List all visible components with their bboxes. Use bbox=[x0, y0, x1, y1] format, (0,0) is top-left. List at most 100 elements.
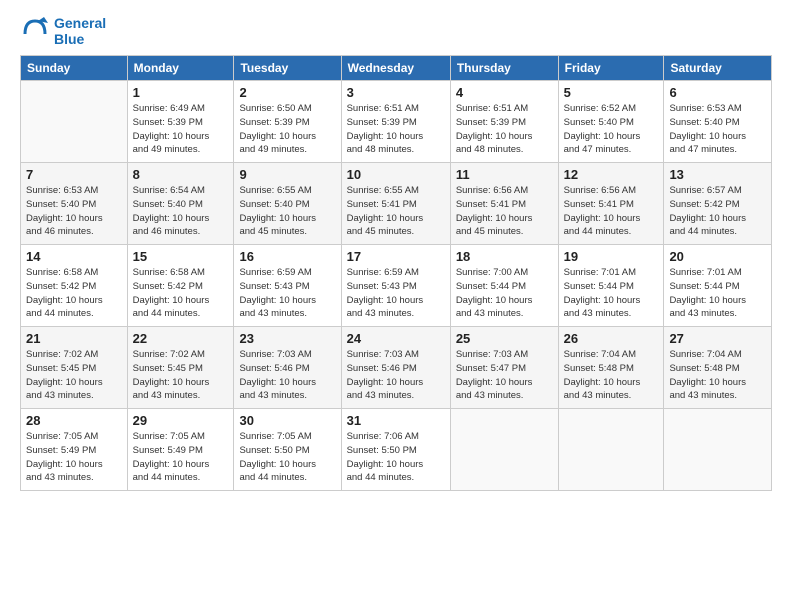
week-row-5: 28 Sunrise: 7:05 AM Sunset: 5:49 PM Dayli… bbox=[21, 409, 772, 491]
week-row-1: 1 Sunrise: 6:49 AM Sunset: 5:39 PM Daylig… bbox=[21, 81, 772, 163]
calendar-cell: 12Sunrise: 6:56 AM Sunset: 5:41 PM Dayli… bbox=[558, 163, 664, 245]
calendar-table: SundayMondayTuesdayWednesdayThursdayFrid… bbox=[20, 55, 772, 491]
calendar-cell: 29 Sunrise: 7:05 AM Sunset: 5:49 PM Dayli… bbox=[127, 409, 234, 491]
day-info: Sunrise: 7:06 AM Sunset: 5:50 PM Dayligh… bbox=[347, 430, 445, 485]
day-info: Sunrise: 6:59 AM Sunset: 5:43 PM Dayligh… bbox=[347, 266, 445, 321]
day-number: 24 bbox=[347, 331, 445, 346]
day-info: Sunrise: 7:03 AM Sunset: 5:47 PM Dayligh… bbox=[456, 348, 553, 403]
calendar-cell: 8 Sunrise: 6:54 AM Sunset: 5:40 PM Daylig… bbox=[127, 163, 234, 245]
day-number: 20 bbox=[669, 249, 766, 264]
day-number: 22 bbox=[133, 331, 229, 346]
day-info: Sunrise: 7:02 AM Sunset: 5:45 PM Dayligh… bbox=[133, 348, 229, 403]
calendar-cell: 17 Sunrise: 6:59 AM Sunset: 5:43 PM Dayli… bbox=[341, 245, 450, 327]
calendar-cell bbox=[21, 81, 128, 163]
day-info: Sunrise: 6:51 AM Sunset: 5:39 PM Dayligh… bbox=[456, 102, 553, 157]
calendar-cell bbox=[450, 409, 558, 491]
day-number: 1 bbox=[133, 85, 229, 100]
calendar-cell: 5Sunrise: 6:52 AM Sunset: 5:40 PM Daylig… bbox=[558, 81, 664, 163]
day-number: 11 bbox=[456, 167, 553, 182]
calendar-cell: 6 Sunrise: 6:53 AM Sunset: 5:40 PM Daylig… bbox=[664, 81, 772, 163]
calendar-cell: 1 Sunrise: 6:49 AM Sunset: 5:39 PM Daylig… bbox=[127, 81, 234, 163]
header-saturday: Saturday bbox=[664, 56, 772, 81]
day-info: Sunrise: 7:05 AM Sunset: 5:50 PM Dayligh… bbox=[239, 430, 335, 485]
calendar-cell: 15Sunrise: 6:58 AM Sunset: 5:42 PM Dayli… bbox=[127, 245, 234, 327]
calendar-cell: 26 Sunrise: 7:04 AM Sunset: 5:48 PM Dayli… bbox=[558, 327, 664, 409]
day-info: Sunrise: 7:04 AM Sunset: 5:48 PM Dayligh… bbox=[669, 348, 766, 403]
day-number: 31 bbox=[347, 413, 445, 428]
day-info: Sunrise: 6:56 AM Sunset: 5:41 PM Dayligh… bbox=[564, 184, 659, 239]
calendar-cell: 28Sunrise: 7:05 AM Sunset: 5:49 PM Dayli… bbox=[21, 409, 128, 491]
day-number: 3 bbox=[347, 85, 445, 100]
header-sunday: Sunday bbox=[21, 56, 128, 81]
logo: GeneralBlue bbox=[20, 15, 106, 47]
calendar-cell: 13 Sunrise: 6:57 AM Sunset: 5:42 PM Dayli… bbox=[664, 163, 772, 245]
calendar-cell: 25 Sunrise: 7:03 AM Sunset: 5:47 PM Dayli… bbox=[450, 327, 558, 409]
header-monday: Monday bbox=[127, 56, 234, 81]
calendar-body: 1 Sunrise: 6:49 AM Sunset: 5:39 PM Daylig… bbox=[21, 81, 772, 491]
header-row: SundayMondayTuesdayWednesdayThursdayFrid… bbox=[21, 56, 772, 81]
week-row-2: 7 Sunrise: 6:53 AM Sunset: 5:40 PM Daylig… bbox=[21, 163, 772, 245]
header-friday: Friday bbox=[558, 56, 664, 81]
calendar-cell: 16 Sunrise: 6:59 AM Sunset: 5:43 PM Dayli… bbox=[234, 245, 341, 327]
day-info: Sunrise: 7:01 AM Sunset: 5:44 PM Dayligh… bbox=[564, 266, 659, 321]
day-info: Sunrise: 6:55 AM Sunset: 5:41 PM Dayligh… bbox=[347, 184, 445, 239]
day-info: Sunrise: 6:54 AM Sunset: 5:40 PM Dayligh… bbox=[133, 184, 229, 239]
day-info: Sunrise: 7:04 AM Sunset: 5:48 PM Dayligh… bbox=[564, 348, 659, 403]
day-number: 16 bbox=[239, 249, 335, 264]
calendar-cell bbox=[664, 409, 772, 491]
calendar-cell: 14 Sunrise: 6:58 AM Sunset: 5:42 PM Dayli… bbox=[21, 245, 128, 327]
day-number: 28 bbox=[26, 413, 122, 428]
logo-blue: Blue bbox=[54, 31, 106, 47]
week-row-4: 21Sunrise: 7:02 AM Sunset: 5:45 PM Dayli… bbox=[21, 327, 772, 409]
day-info: Sunrise: 6:49 AM Sunset: 5:39 PM Dayligh… bbox=[133, 102, 229, 157]
calendar-cell: 19 Sunrise: 7:01 AM Sunset: 5:44 PM Dayli… bbox=[558, 245, 664, 327]
day-number: 29 bbox=[133, 413, 229, 428]
calendar-cell: 10 Sunrise: 6:55 AM Sunset: 5:41 PM Dayli… bbox=[341, 163, 450, 245]
day-number: 10 bbox=[347, 167, 445, 182]
day-info: Sunrise: 6:56 AM Sunset: 5:41 PM Dayligh… bbox=[456, 184, 553, 239]
day-number: 6 bbox=[669, 85, 766, 100]
calendar-cell: 4 Sunrise: 6:51 AM Sunset: 5:39 PM Daylig… bbox=[450, 81, 558, 163]
day-info: Sunrise: 6:53 AM Sunset: 5:40 PM Dayligh… bbox=[26, 184, 122, 239]
header-thursday: Thursday bbox=[450, 56, 558, 81]
day-info: Sunrise: 6:59 AM Sunset: 5:43 PM Dayligh… bbox=[239, 266, 335, 321]
day-info: Sunrise: 6:51 AM Sunset: 5:39 PM Dayligh… bbox=[347, 102, 445, 157]
calendar-header: SundayMondayTuesdayWednesdayThursdayFrid… bbox=[21, 56, 772, 81]
day-info: Sunrise: 6:58 AM Sunset: 5:42 PM Dayligh… bbox=[26, 266, 122, 321]
day-number: 13 bbox=[669, 167, 766, 182]
day-number: 14 bbox=[26, 249, 122, 264]
day-info: Sunrise: 7:03 AM Sunset: 5:46 PM Dayligh… bbox=[239, 348, 335, 403]
day-number: 8 bbox=[133, 167, 229, 182]
calendar-cell: 3 Sunrise: 6:51 AM Sunset: 5:39 PM Daylig… bbox=[341, 81, 450, 163]
day-number: 4 bbox=[456, 85, 553, 100]
day-number: 19 bbox=[564, 249, 659, 264]
week-row-3: 14 Sunrise: 6:58 AM Sunset: 5:42 PM Dayli… bbox=[21, 245, 772, 327]
day-info: Sunrise: 6:50 AM Sunset: 5:39 PM Dayligh… bbox=[239, 102, 335, 157]
day-info: Sunrise: 7:05 AM Sunset: 5:49 PM Dayligh… bbox=[133, 430, 229, 485]
calendar-cell: 31 Sunrise: 7:06 AM Sunset: 5:50 PM Dayli… bbox=[341, 409, 450, 491]
day-number: 27 bbox=[669, 331, 766, 346]
day-number: 30 bbox=[239, 413, 335, 428]
day-number: 26 bbox=[564, 331, 659, 346]
calendar-cell: 11 Sunrise: 6:56 AM Sunset: 5:41 PM Dayli… bbox=[450, 163, 558, 245]
day-number: 17 bbox=[347, 249, 445, 264]
calendar-cell: 23 Sunrise: 7:03 AM Sunset: 5:46 PM Dayli… bbox=[234, 327, 341, 409]
day-info: Sunrise: 6:52 AM Sunset: 5:40 PM Dayligh… bbox=[564, 102, 659, 157]
day-info: Sunrise: 7:03 AM Sunset: 5:46 PM Dayligh… bbox=[347, 348, 445, 403]
day-info: Sunrise: 6:57 AM Sunset: 5:42 PM Dayligh… bbox=[669, 184, 766, 239]
day-number: 7 bbox=[26, 167, 122, 182]
calendar-cell: 22 Sunrise: 7:02 AM Sunset: 5:45 PM Dayli… bbox=[127, 327, 234, 409]
calendar-cell: 20Sunrise: 7:01 AM Sunset: 5:44 PM Dayli… bbox=[664, 245, 772, 327]
day-number: 2 bbox=[239, 85, 335, 100]
calendar-cell: 21Sunrise: 7:02 AM Sunset: 5:45 PM Dayli… bbox=[21, 327, 128, 409]
day-info: Sunrise: 6:55 AM Sunset: 5:40 PM Dayligh… bbox=[239, 184, 335, 239]
calendar-cell: 7 Sunrise: 6:53 AM Sunset: 5:40 PM Daylig… bbox=[21, 163, 128, 245]
day-number: 25 bbox=[456, 331, 553, 346]
logo-bird-icon bbox=[20, 16, 50, 46]
calendar-cell: 18Sunrise: 7:00 AM Sunset: 5:44 PM Dayli… bbox=[450, 245, 558, 327]
day-number: 23 bbox=[239, 331, 335, 346]
day-info: Sunrise: 6:53 AM Sunset: 5:40 PM Dayligh… bbox=[669, 102, 766, 157]
calendar-cell bbox=[558, 409, 664, 491]
header-tuesday: Tuesday bbox=[234, 56, 341, 81]
page-header: GeneralBlue bbox=[20, 15, 772, 47]
